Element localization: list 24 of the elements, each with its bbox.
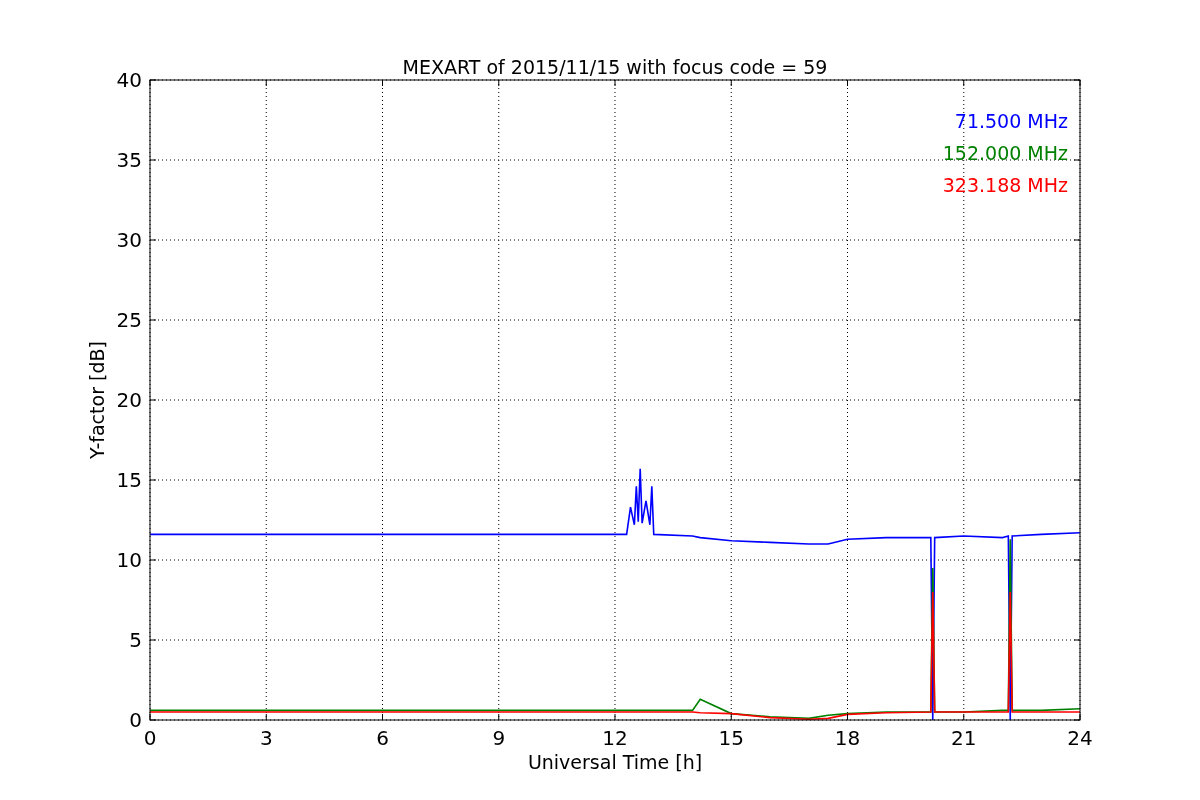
x-tick-label: 12 <box>602 726 628 750</box>
y-tick-label: 25 <box>116 308 142 332</box>
x-tick-label: 3 <box>259 726 273 750</box>
x-tick-label: 18 <box>834 726 861 750</box>
y-axis-label: Y-factor [dB] <box>86 341 108 459</box>
y-tick-label: 35 <box>116 148 142 172</box>
x-tick-label: 0 <box>143 726 157 750</box>
legend-label: 71.500 MHz <box>954 110 1068 132</box>
x-tick-label: 24 <box>1067 726 1093 750</box>
y-tick-label: 5 <box>129 628 142 652</box>
x-tick-label: 9 <box>492 726 506 750</box>
y-tick-label: 0 <box>129 708 142 732</box>
y-tick-label: 20 <box>116 388 142 412</box>
x-tick-label: 21 <box>951 726 977 750</box>
y-tick-label: 15 <box>116 468 142 492</box>
y-tick-label: 10 <box>116 548 142 572</box>
y-tick-label: 30 <box>116 228 142 252</box>
x-axis-label: Universal Time [h] <box>527 751 703 773</box>
chart-title: MEXART of 2015/11/15 with focus code = 59 <box>402 56 828 78</box>
x-tick-label: 6 <box>376 726 389 750</box>
y-tick-label: 40 <box>116 68 142 92</box>
x-tick-label: 15 <box>718 726 744 750</box>
legend-label: 152.000 MHz <box>942 142 1068 164</box>
legend-label: 323.188 MHz <box>942 174 1068 196</box>
